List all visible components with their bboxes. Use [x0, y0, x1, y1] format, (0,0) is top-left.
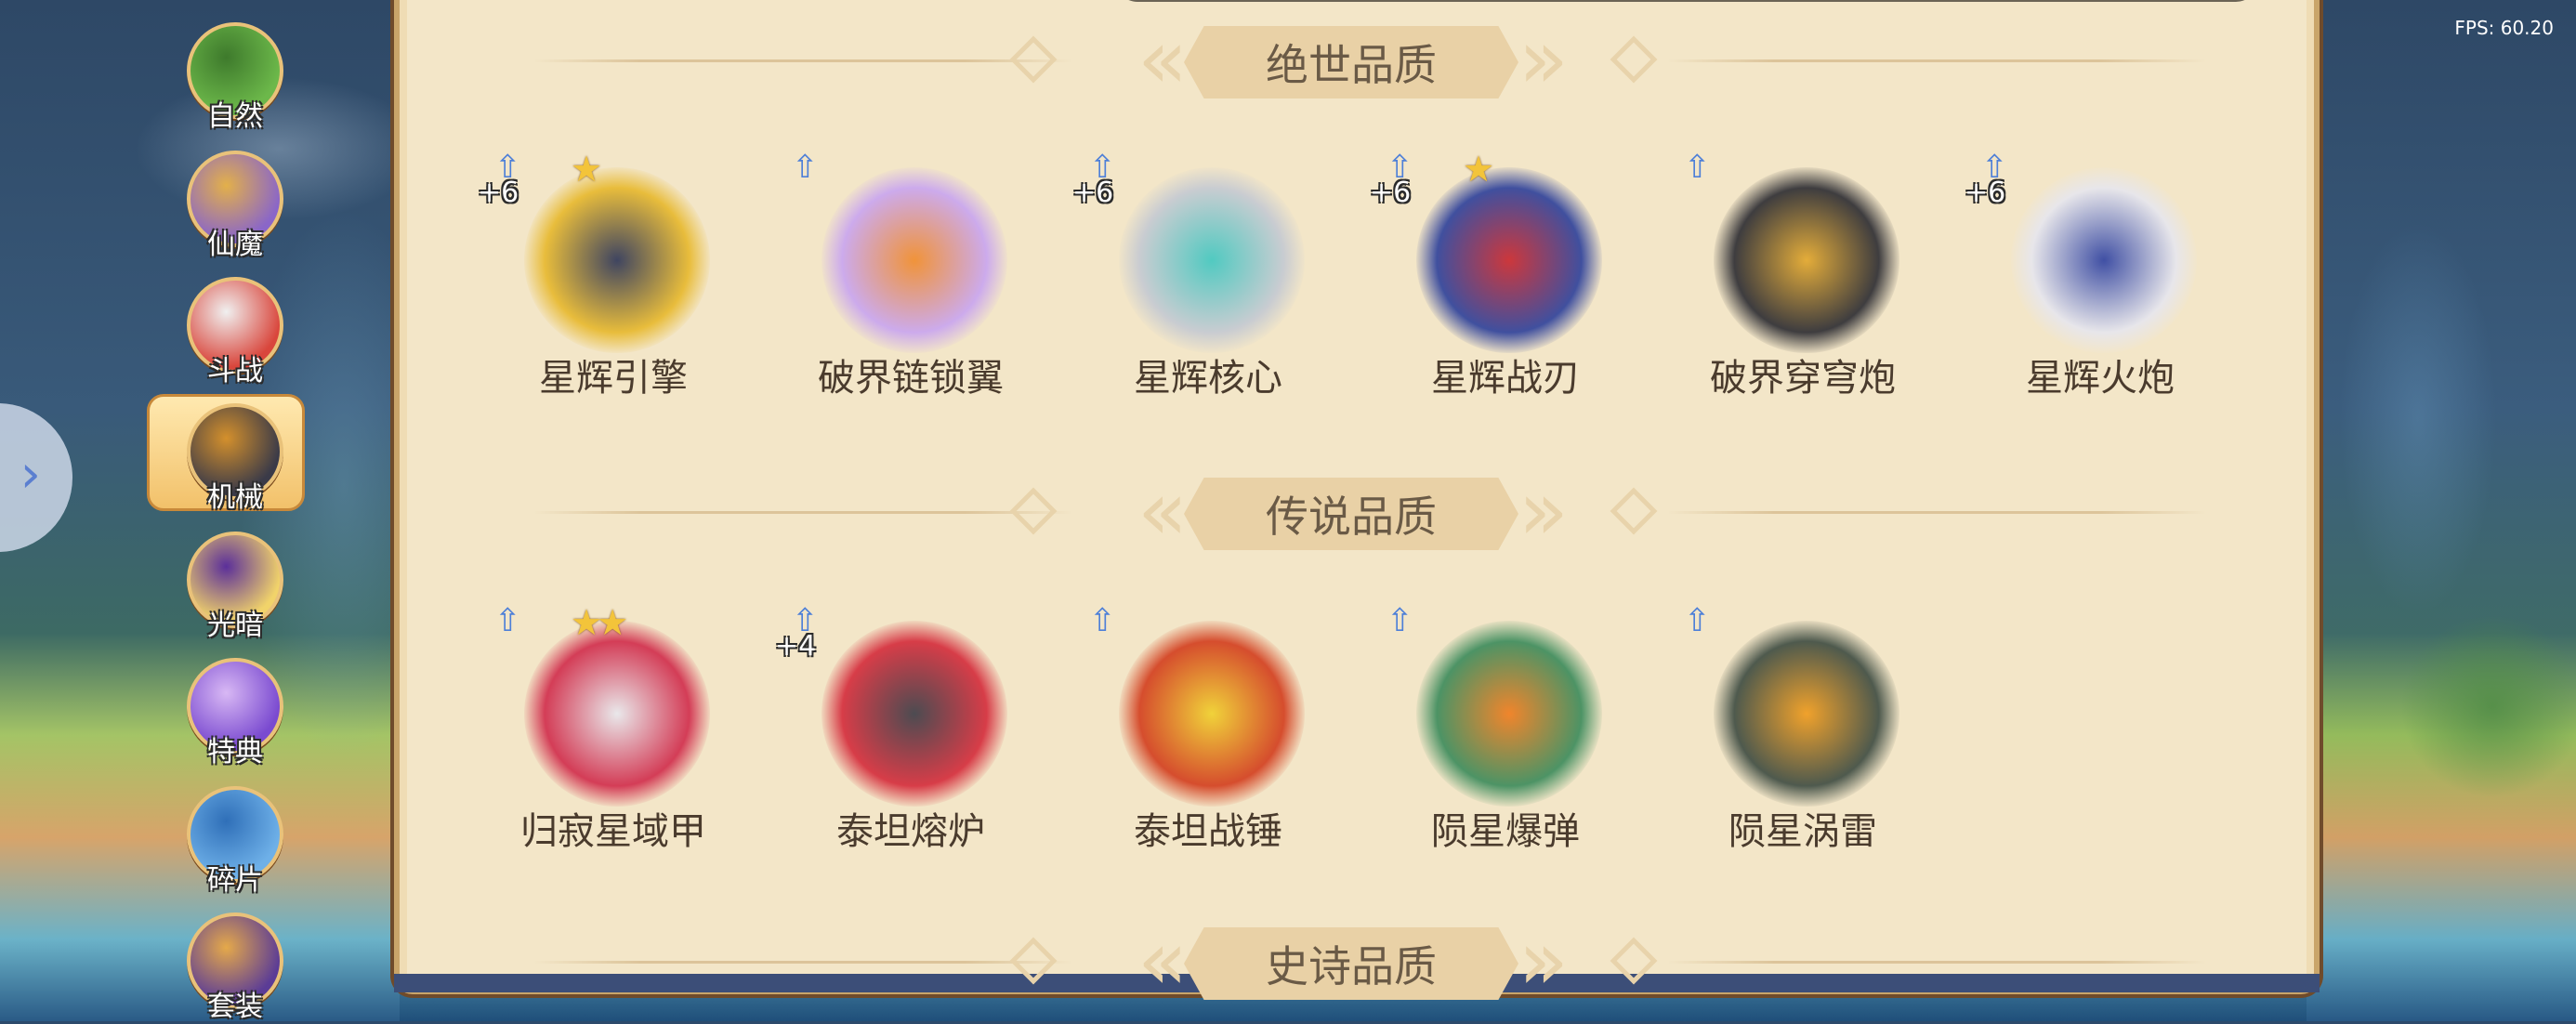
- upgrade-arrow-icon: ⇧: [1684, 602, 1711, 639]
- section-header: « » 绝世品质: [394, 19, 2320, 102]
- equipment-name: 星辉战刃: [1431, 357, 1580, 400]
- equipment-icon: [1714, 167, 1899, 353]
- equipment-item[interactable]: ⇧ +4 泰坦熔炉: [771, 602, 1050, 872]
- diamond-ornament: [1009, 35, 1058, 84]
- enhance-level: +6: [1072, 177, 1114, 209]
- equipment-item[interactable]: ⇧ +6 星辉火炮: [1961, 149, 2240, 418]
- category-button[interactable]: 碎片: [182, 786, 288, 897]
- equipment-name: 陨星涡雷: [1728, 810, 1877, 853]
- chevron-ornament: «: [1137, 463, 1188, 558]
- category-label: 机械: [207, 481, 263, 514]
- chevron-right-icon: ›: [20, 444, 41, 505]
- star-rating: ★: [571, 149, 602, 190]
- panel-top-handle: [1115, 0, 2258, 2]
- enhance-level: +6: [478, 177, 519, 209]
- equipment-item[interactable]: ⇧ 陨星涡雷: [1663, 602, 1942, 872]
- equipment-name: 星辉火炮: [2026, 357, 2175, 400]
- enhance-level: +6: [1370, 177, 1412, 209]
- equipment-item[interactable]: ⇧ 泰坦战锤: [1069, 602, 1347, 872]
- category-label: 仙魔: [207, 229, 263, 261]
- equipment-name: 泰坦熔炉: [836, 810, 985, 853]
- equipment-icon: [821, 167, 1007, 353]
- equipment-item[interactable]: ⇧ +6 星辉核心: [1069, 149, 1347, 418]
- equipment-icon: [524, 621, 710, 807]
- diamond-ornament: [1009, 937, 1058, 985]
- equipment-icon: [1119, 167, 1305, 353]
- equipment-name: 星辉引擎: [539, 357, 688, 400]
- divider-line: [533, 961, 1072, 964]
- upgrade-arrow-icon: ⇧: [1387, 602, 1413, 639]
- star-rating: ★★: [571, 602, 628, 643]
- section-title: 传说品质: [1184, 478, 1518, 550]
- category-button[interactable]: 套装: [182, 912, 288, 1023]
- enhance-level: +4: [775, 630, 817, 663]
- equipment-icon: [2011, 167, 2197, 353]
- equipment-name: 破界链锁翼: [818, 357, 1004, 400]
- chevron-ornament: «: [1137, 912, 1188, 1008]
- upgrade-arrow-icon: ⇧: [792, 149, 819, 186]
- category-label: 套装: [207, 991, 263, 1023]
- category-label: 自然: [207, 100, 263, 133]
- equipment-name: 破界穿穹炮: [1710, 357, 1896, 400]
- upgrade-arrow-icon: ⇧: [1089, 602, 1116, 639]
- star-rating: ★: [1463, 149, 1494, 190]
- section-header: « » 史诗品质: [394, 920, 2320, 1004]
- equipment-name: 陨星爆弹: [1431, 810, 1580, 853]
- equipment-item[interactable]: ⇧ 陨星爆弹: [1366, 602, 1645, 872]
- background-scenery-right: [2307, 0, 2576, 1021]
- equipment-item[interactable]: ⇧ +6 ★ 星辉战刃: [1366, 149, 1645, 418]
- category-button[interactable]: 斗战: [182, 277, 288, 387]
- enhance-level: +6: [1965, 177, 2006, 209]
- diamond-ornament: [1009, 487, 1058, 535]
- category-label: 碎片: [207, 864, 263, 897]
- equipment-item[interactable]: ⇧ ★★ 归寂星域甲: [474, 602, 753, 872]
- equipment-item[interactable]: ⇧ 破界穿穹炮: [1663, 149, 1942, 418]
- divider-line: [533, 511, 1072, 514]
- diamond-ornament: [1610, 937, 1658, 985]
- equipment-icon: [524, 167, 710, 353]
- category-button[interactable]: 机械: [182, 403, 288, 514]
- equipment-icon: [1714, 621, 1899, 807]
- divider-line: [1667, 59, 2206, 62]
- divider-line: [533, 59, 1072, 62]
- diamond-ornament: [1610, 35, 1658, 84]
- equipment-name: 归寂星域甲: [520, 810, 706, 853]
- category-button[interactable]: 特典: [182, 658, 288, 768]
- category-label: 特典: [207, 736, 263, 768]
- equipment-item[interactable]: ⇧ +6 ★ 星辉引擎: [474, 149, 753, 418]
- equipment-name: 泰坦战锤: [1134, 810, 1282, 853]
- divider-line: [1667, 511, 2206, 514]
- section-title: 绝世品质: [1184, 26, 1518, 98]
- chevron-ornament: «: [1137, 11, 1188, 107]
- equipment-icon: [1119, 621, 1305, 807]
- equipment-name: 星辉核心: [1134, 357, 1282, 400]
- category-label: 斗战: [207, 355, 263, 387]
- upgrade-arrow-icon: ⇧: [1684, 149, 1711, 186]
- chevron-ornament: »: [1518, 463, 1569, 558]
- equipment-icon: [821, 621, 1007, 807]
- equipment-item[interactable]: ⇧ 破界链锁翼: [771, 149, 1050, 418]
- category-label: 光暗: [207, 610, 263, 642]
- fps-counter: FPS: 60.20: [2454, 17, 2554, 39]
- category-button[interactable]: 仙魔: [182, 151, 288, 261]
- section-header: « » 传说品质: [394, 470, 2320, 554]
- chevron-ornament: »: [1518, 11, 1569, 107]
- divider-line: [1667, 961, 2206, 964]
- category-button[interactable]: 光暗: [182, 532, 288, 642]
- upgrade-arrow-icon: ⇧: [494, 602, 521, 639]
- category-button[interactable]: 自然: [182, 22, 288, 133]
- equipment-icon: [1416, 621, 1602, 807]
- chevron-ornament: »: [1518, 912, 1569, 1008]
- section-title: 史诗品质: [1184, 927, 1518, 1000]
- diamond-ornament: [1610, 487, 1658, 535]
- equipment-icon: [1416, 167, 1602, 353]
